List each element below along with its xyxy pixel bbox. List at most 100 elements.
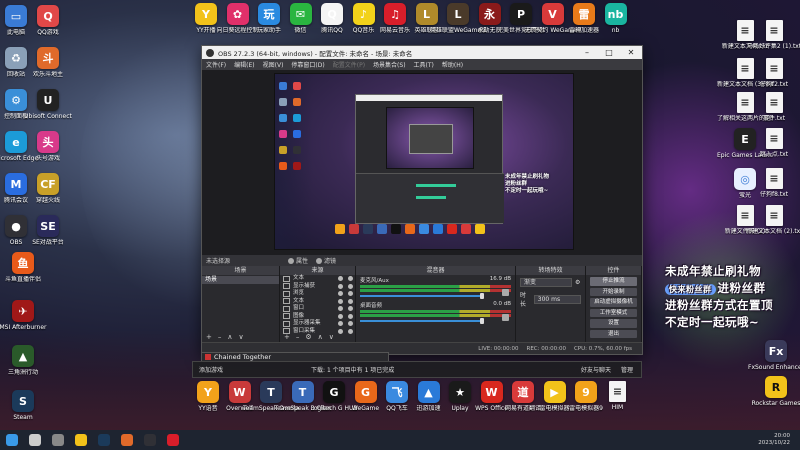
source-list-item[interactable]: 浏览 (280, 290, 355, 298)
source-list-item[interactable]: 图像 (280, 313, 355, 321)
scene-list-item[interactable]: 场景 (202, 276, 279, 284)
menu-item[interactable]: 配置文件(P) (333, 60, 365, 69)
desktop-shortcut[interactable]: U Ubisoft Connect (24, 89, 72, 120)
rockstar-icon: R (765, 376, 787, 398)
move-down-icon[interactable]: ∨ (329, 333, 334, 341)
desktop-shortcut[interactable]: Q QQ游戏 (25, 5, 71, 36)
steam-icon[interactable] (98, 434, 110, 446)
lock-icon[interactable] (348, 321, 353, 327)
visibility-eye-icon[interactable] (338, 291, 343, 297)
lock-icon[interactable] (348, 283, 353, 289)
task-view-icon[interactable] (52, 434, 64, 446)
studio-mode-button[interactable]: 工作室模式 (590, 308, 637, 317)
volume-slider-handle[interactable] (480, 293, 484, 299)
speaker-icon[interactable] (502, 289, 509, 296)
add-game-button[interactable]: 添加游戏 (199, 365, 223, 374)
lock-icon[interactable] (348, 313, 353, 319)
visibility-eye-icon[interactable] (338, 298, 343, 304)
visibility-eye-icon[interactable] (338, 283, 343, 289)
desktop-shortcut[interactable]: ≡ 仔狗f8.txt (751, 168, 797, 198)
visibility-eye-icon[interactable] (338, 276, 343, 282)
properties-button[interactable]: 属性 (288, 256, 308, 265)
desktop-shortcut[interactable]: 头头号游戏 (25, 131, 71, 162)
virtual-camera-button[interactable]: 启动虚拟摄像机 (590, 298, 637, 307)
taskbar: 20:00 2023/10/22 (0, 430, 800, 450)
move-down-icon[interactable]: ∨ (239, 333, 244, 341)
obs-preview-canvas[interactable]: 未成年禁止刷礼物 进粉丝群 不定时一起玩哦~ (274, 73, 574, 250)
manage-button[interactable]: 管理 (621, 365, 633, 374)
obs-title-bar[interactable]: OBS 27.2.3 (64-bit, windows) - 配置文件: 未命名… (202, 46, 642, 59)
source-settings-icon[interactable]: ⚙ (305, 333, 311, 341)
remove-source-icon[interactable]: – (296, 333, 300, 341)
promo-line-4: 不定时一起玩哦~ (665, 315, 760, 329)
system-clock[interactable]: 20:00 2023/10/22 (758, 433, 800, 447)
menu-item[interactable]: 停靠窗口(D) (291, 60, 324, 69)
desktop-shortcut[interactable]: CF 穿越火线 (25, 173, 71, 204)
menu-item[interactable]: 视图(V) (263, 60, 284, 69)
volume-slider[interactable] (360, 293, 484, 299)
friends-chat-button[interactable]: 好友与聊天 (581, 365, 611, 374)
desktop-shortcut[interactable]: ≡ 马场好评集2 (1).txt (747, 20, 800, 50)
desktop-shortcut[interactable]: nb nb (593, 3, 639, 34)
desktop-shortcut[interactable]: ≡ 新建文本文档 (2).txt (746, 205, 800, 235)
source-list-item[interactable]: 窗口 (280, 305, 355, 313)
move-up-icon[interactable]: ∧ (227, 333, 232, 341)
close-icon[interactable]: ✕ (620, 48, 642, 57)
windows-start-icon[interactable] (6, 434, 18, 446)
desktop-shortcut[interactable]: ≡ 事件.txt (751, 92, 797, 122)
add-scene-icon[interactable]: + (206, 333, 212, 341)
source-list-item[interactable]: 显示器采集 (280, 320, 355, 328)
start-recording-button[interactable]: 开始录制 (590, 287, 637, 296)
desktop-shortcut[interactable]: ≡ 仔狗f2.txt (751, 58, 797, 88)
move-up-icon[interactable]: ∧ (318, 333, 323, 341)
desktop-shortcut[interactable]: S Steam (0, 390, 46, 421)
obs-icon[interactable] (144, 434, 156, 446)
desktop-shortcut[interactable]: 鱼斗鱼直播伴侣 (0, 252, 46, 283)
lock-icon[interactable] (348, 306, 353, 312)
desktop-shortcut[interactable]: ≡ 跳入点.txt (751, 128, 797, 158)
minimize-icon[interactable]: – (576, 48, 598, 57)
obs-window[interactable]: OBS 27.2.3 (64-bit, windows) - 配置文件: 未命名… (201, 45, 643, 355)
source-list-item[interactable]: 显示捕获 (280, 283, 355, 291)
volume-slider-handle[interactable] (480, 318, 484, 324)
file-explorer-icon[interactable] (75, 434, 87, 446)
desktop-shortcut[interactable]: Fx FxSound Enhancer (748, 340, 800, 371)
visibility-eye-icon[interactable] (338, 306, 343, 312)
desktop-shortcut[interactable]: R Rockstar Games (752, 376, 800, 407)
add-source-icon[interactable]: + (284, 333, 290, 341)
source-list-item[interactable]: 文本 (280, 298, 355, 306)
stop-streaming-button[interactable]: 停止推流 (590, 277, 637, 286)
desktop-shortcut[interactable]: SE SE对战平台 (25, 215, 71, 246)
volume-slider[interactable] (360, 318, 484, 324)
menu-item[interactable]: 编辑(E) (234, 60, 254, 69)
search-icon[interactable] (29, 434, 41, 446)
netease-music-icon[interactable] (167, 434, 179, 446)
settings-button[interactable]: 设置 (590, 319, 637, 328)
visibility-eye-icon[interactable] (338, 321, 343, 327)
desktop-shortcut[interactable]: 斗欢乐斗地主 (25, 47, 71, 78)
visibility-eye-icon[interactable] (338, 313, 343, 319)
speaker-icon[interactable] (502, 314, 509, 321)
game-icon[interactable] (121, 434, 133, 446)
lock-icon[interactable] (348, 291, 353, 297)
source-list-item[interactable]: 文本 (280, 275, 355, 283)
gear-icon[interactable]: ⚙ (575, 279, 580, 286)
duration-field[interactable]: 300 ms (533, 294, 581, 304)
desktop-shortcut[interactable]: ≡ HIM (595, 381, 641, 411)
filters-button[interactable]: 滤镜 (316, 256, 336, 265)
exit-button[interactable]: 退出 (590, 329, 637, 338)
desktop-shortcut[interactable]: ✈ MSI Afterburner (0, 300, 47, 331)
desktop-shortcut[interactable]: ▲ 三角洲行动 (0, 345, 46, 376)
transition-type-select[interactable]: 渐变 (520, 278, 572, 287)
menu-item[interactable]: 帮助(H) (442, 60, 463, 69)
lock-icon[interactable] (348, 276, 353, 282)
lock-icon[interactable] (348, 298, 353, 304)
maximize-icon[interactable]: □ (598, 48, 620, 57)
source-name: 窗口 (293, 305, 305, 311)
download-status[interactable]: 下载: 1 个项目中有 1 项已完成 (311, 365, 394, 374)
promo-line-1: 未成年禁止刷礼物 (665, 264, 761, 278)
menu-item[interactable]: 文件(F) (206, 60, 226, 69)
menu-item[interactable]: 场景集合(S) (373, 60, 406, 69)
remove-scene-icon[interactable]: – (218, 333, 222, 341)
menu-item[interactable]: 工具(T) (414, 60, 434, 69)
